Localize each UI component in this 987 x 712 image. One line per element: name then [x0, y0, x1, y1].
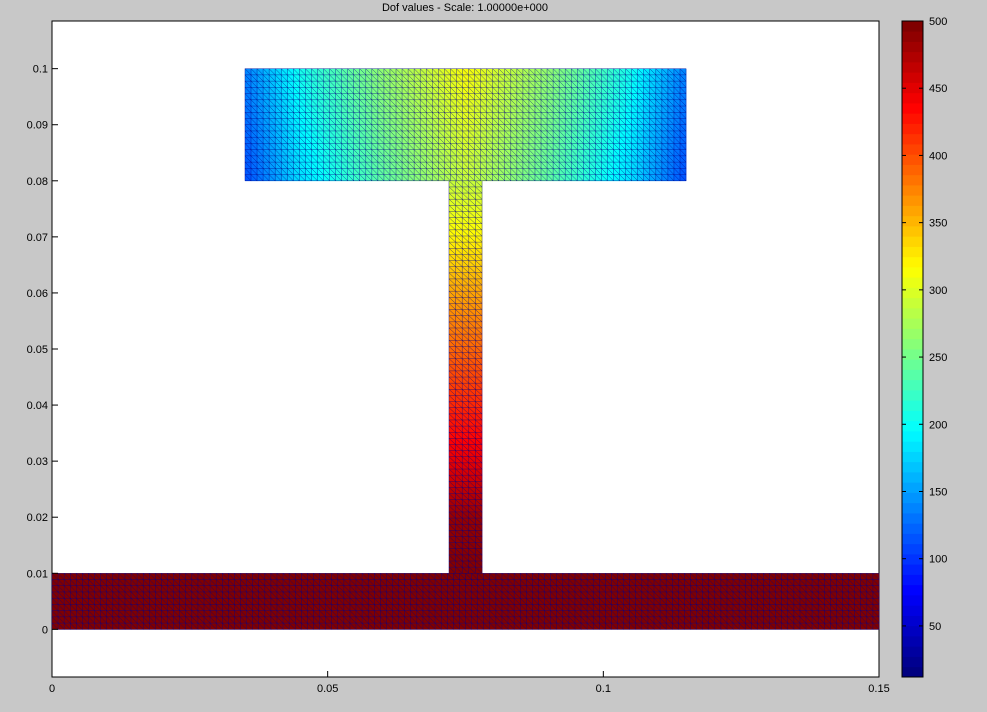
colorbar-swatch	[902, 400, 923, 411]
y-tick-label: 0.08	[27, 176, 48, 188]
colorbar-swatch	[902, 256, 923, 268]
colorbar-swatch	[902, 451, 923, 463]
colorbar-swatch	[902, 123, 923, 135]
colorbar-swatch	[902, 185, 923, 196]
colorbar-tick-label: 200	[929, 419, 947, 431]
colorbar-swatch	[902, 656, 923, 668]
colorbar-swatch	[902, 113, 923, 124]
colorbar-tick-label: 400	[929, 150, 947, 162]
colorbar-swatch	[902, 51, 923, 63]
colorbar-swatch	[902, 338, 923, 350]
colorbar-swatch	[902, 62, 923, 73]
colorbar-swatch	[902, 390, 923, 401]
colorbar-tick-label: 100	[929, 554, 947, 566]
x-tick-label: 0.05	[317, 683, 338, 695]
mesh-region-stem	[448, 180, 483, 574]
colorbar-swatch	[902, 369, 923, 381]
colorbar-swatch	[902, 21, 923, 32]
colorbar-swatch	[902, 564, 923, 575]
colorbar-tick-label: 50	[929, 621, 941, 633]
colorbar-swatch	[902, 92, 923, 104]
colorbar-swatch	[902, 431, 923, 442]
mesh-region-top-flange	[244, 68, 687, 182]
colorbar-swatch	[902, 226, 923, 237]
colorbar-swatch	[902, 41, 923, 53]
colorbar-swatch	[902, 461, 923, 473]
y-tick-label: 0.04	[27, 400, 48, 412]
colorbar-swatch	[902, 277, 923, 288]
y-tick-label: 0	[42, 624, 48, 636]
colorbar-swatch	[902, 31, 923, 42]
colorbar-swatch	[902, 195, 923, 206]
colorbar-swatch	[902, 318, 923, 329]
mesh-region-base-plate	[51, 573, 880, 630]
colorbar-swatch	[902, 215, 923, 227]
colorbar-swatch	[902, 595, 923, 606]
y-tick-label: 0.01	[27, 568, 48, 580]
colorbar-swatch	[902, 502, 923, 514]
colorbar-swatch	[902, 625, 923, 637]
colorbar-tick-label: 150	[929, 486, 947, 498]
x-tick-label: 0.1	[596, 683, 611, 695]
y-tick-label: 0.06	[27, 288, 48, 300]
colorbar-swatch	[902, 72, 923, 83]
y-tick-label: 0.05	[27, 344, 48, 356]
colorbar-tick-label: 450	[929, 83, 947, 95]
colorbar-swatch	[902, 513, 923, 524]
colorbar-swatch	[902, 533, 923, 545]
colorbar-swatch	[902, 297, 923, 309]
colorbar-swatch	[902, 133, 923, 145]
colorbar-swatch	[902, 103, 923, 114]
colorbar-swatch	[902, 379, 923, 391]
colorbar-tick-label: 250	[929, 352, 947, 364]
colorbar-swatch	[902, 441, 923, 452]
colorbar-swatch	[902, 492, 923, 504]
x-tick-label: 0.15	[868, 683, 889, 695]
colorbar-swatch	[902, 267, 923, 278]
colorbar-tick-label: 350	[929, 218, 947, 230]
y-tick-label: 0.09	[27, 120, 48, 132]
colorbar-swatch	[902, 164, 923, 176]
y-tick-label: 0.02	[27, 512, 48, 524]
colorbar-swatch	[902, 420, 923, 432]
colorbar-swatch	[902, 236, 923, 247]
colorbar-swatch	[902, 666, 923, 678]
colorbar-swatch	[902, 523, 923, 534]
colorbar-swatch	[902, 636, 923, 647]
colorbar-swatch	[902, 359, 923, 370]
colorbar-swatch	[902, 328, 923, 340]
colorbar-swatch	[902, 574, 923, 586]
colorbar-swatch	[902, 205, 923, 217]
colorbar-tick-label: 300	[929, 285, 947, 297]
colorbar: 50 100 150 200 250 300 350 400 450 500	[901, 16, 947, 678]
colorbar-swatch	[902, 287, 923, 299]
colorbar-swatch	[902, 174, 923, 186]
y-tick-label: 0.07	[27, 232, 48, 244]
colorbar-swatch	[902, 349, 923, 360]
colorbar-tick-label: 500	[929, 16, 947, 28]
colorbar-swatch	[902, 605, 923, 616]
colorbar-swatch	[902, 410, 923, 422]
figure-canvas: 0 0.05 0.1 0.15 0 0.01 0.02 0.03 0.04 0.05 0.06 0.…	[27, 16, 948, 695]
colorbar-swatch	[902, 584, 923, 596]
colorbar-swatch	[902, 554, 923, 565]
colorbar-swatch	[902, 246, 923, 258]
colorbar-swatch	[902, 472, 923, 483]
colorbar-swatch	[902, 144, 923, 155]
colorbar-swatch	[902, 543, 923, 555]
colorbar-swatch	[902, 308, 923, 319]
y-tick-label: 0.1	[33, 64, 48, 76]
colorbar-swatch	[902, 646, 923, 657]
colorbar-swatch	[902, 615, 923, 627]
y-tick-label: 0.03	[27, 456, 48, 468]
x-tick-label: 0	[49, 683, 55, 695]
